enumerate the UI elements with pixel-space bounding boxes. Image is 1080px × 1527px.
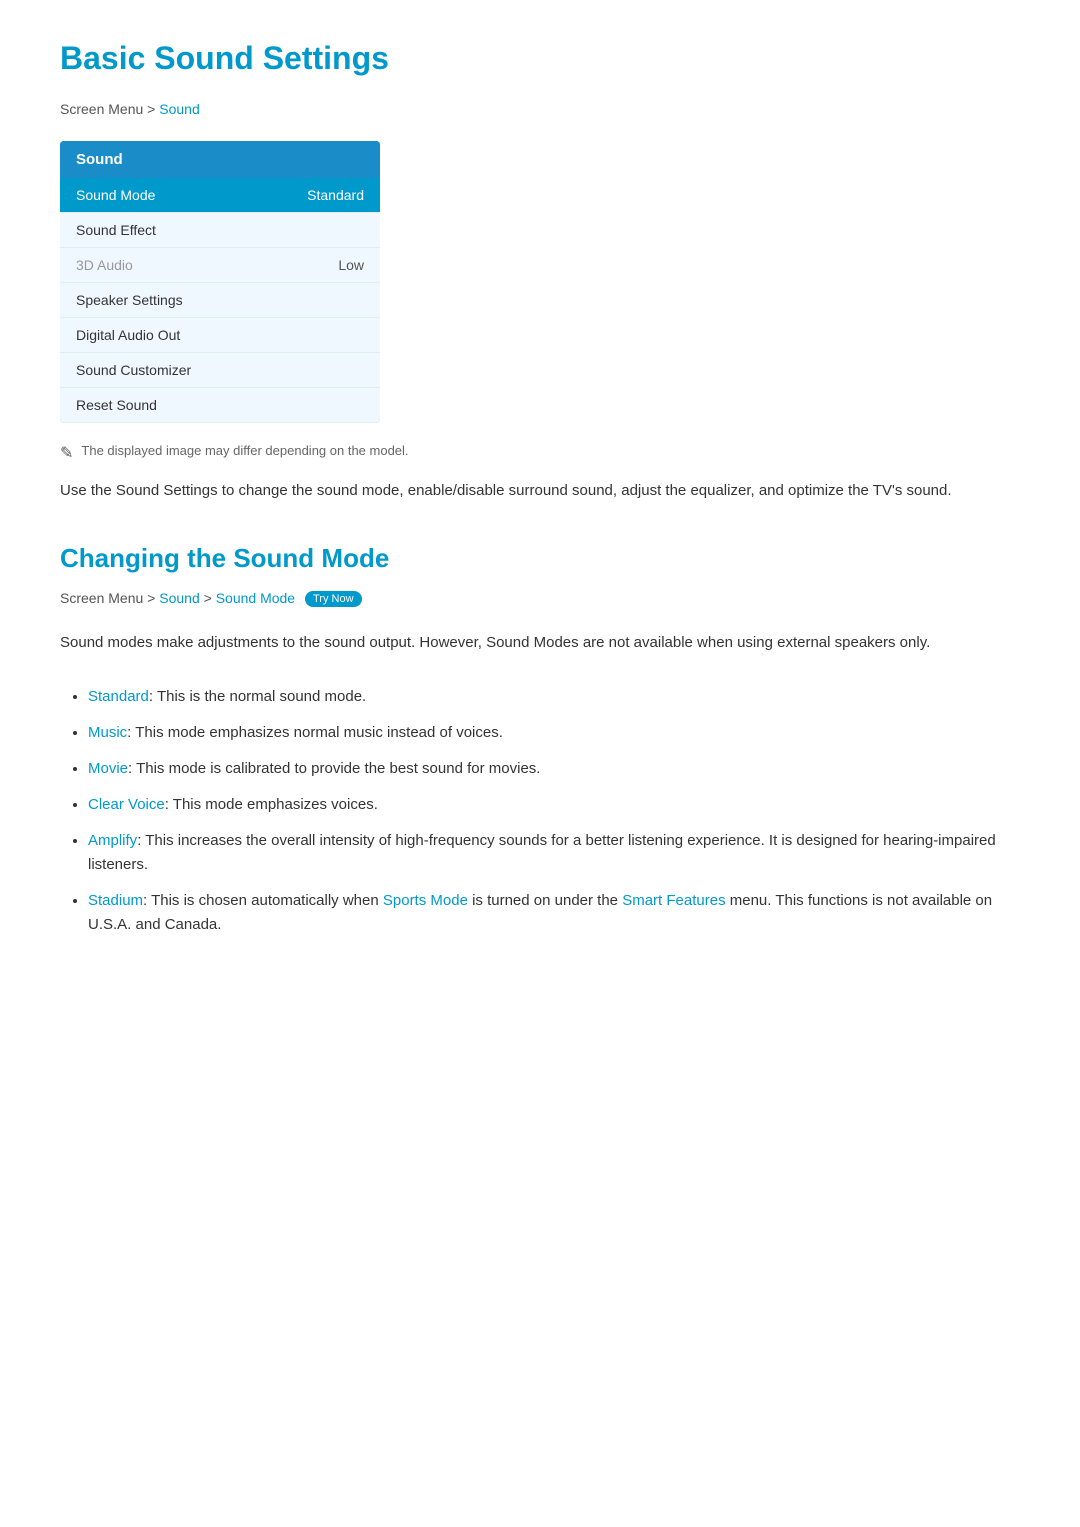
music-link[interactable]: Music — [88, 724, 127, 741]
menu-item-speaker-settings[interactable]: Speaker Settings — [60, 283, 380, 318]
breadcrumb-1: Screen Menu > Sound — [60, 101, 1020, 117]
menu-item-sound-mode[interactable]: Sound Mode Standard — [60, 178, 380, 213]
page-title: Basic Sound Settings — [60, 40, 1020, 77]
menu-item-label: Sound Customizer — [76, 362, 191, 378]
try-now-badge[interactable]: Try Now — [305, 591, 362, 607]
list-item-stadium: Stadium: This is chosen automatically wh… — [88, 889, 1020, 937]
menu-item-reset-sound[interactable]: Reset Sound — [60, 388, 380, 423]
standard-link[interactable]: Standard — [88, 688, 149, 705]
stadium-text2: is turned on under the — [468, 892, 622, 909]
sound-menu-box: Sound Sound Mode Standard Sound Effect 3… — [60, 141, 380, 423]
menu-item-label: 3D Audio — [76, 257, 133, 273]
breadcrumb-sep2-2: > — [204, 590, 216, 606]
breadcrumb-2: Screen Menu > Sound > Sound Mode Try Now — [60, 590, 1020, 607]
menu-item-label: Digital Audio Out — [76, 327, 180, 343]
breadcrumb-sound-link[interactable]: Sound — [159, 101, 199, 117]
menu-item-label: Sound Mode — [76, 187, 155, 203]
list-item-amplify: Amplify: This increases the overall inte… — [88, 829, 1020, 877]
sound-mode-list: Standard: This is the normal sound mode.… — [60, 685, 1020, 937]
breadcrumb-prefix: Screen Menu — [60, 101, 143, 117]
amplify-text: : This increases the overall intensity o… — [88, 832, 996, 873]
section2-title: Changing the Sound Mode — [60, 543, 1020, 574]
menu-item-label: Reset Sound — [76, 397, 157, 413]
stadium-link[interactable]: Stadium — [88, 892, 143, 909]
movie-text: : This mode is calibrated to provide the… — [128, 760, 540, 777]
menu-item-label: Speaker Settings — [76, 292, 183, 308]
amplify-link[interactable]: Amplify — [88, 832, 137, 849]
note-text: The displayed image may differ depending… — [81, 443, 408, 458]
music-text: : This mode emphasizes normal music inst… — [127, 724, 503, 741]
standard-text: : This is the normal sound mode. — [149, 688, 366, 705]
breadcrumb-sep2-1: > — [147, 590, 159, 606]
list-item-clear-voice: Clear Voice: This mode emphasizes voices… — [88, 793, 1020, 817]
list-item-movie: Movie: This mode is calibrated to provid… — [88, 757, 1020, 781]
stadium-text1: : This is chosen automatically when — [143, 892, 383, 909]
sports-mode-link[interactable]: Sports Mode — [383, 892, 468, 909]
pencil-icon: ✎ — [60, 443, 73, 463]
clear-voice-text: : This mode emphasizes voices. — [165, 796, 378, 813]
menu-item-digital-audio-out[interactable]: Digital Audio Out — [60, 318, 380, 353]
menu-item-label: Sound Effect — [76, 222, 156, 238]
clear-voice-link[interactable]: Clear Voice — [88, 796, 165, 813]
breadcrumb-sep: > — [147, 101, 159, 117]
smart-features-link[interactable]: Smart Features — [622, 892, 725, 909]
list-item-music: Music: This mode emphasizes normal music… — [88, 721, 1020, 745]
menu-item-value: Low — [338, 257, 364, 273]
menu-item-value: Standard — [307, 187, 364, 203]
breadcrumb-sound-mode-link[interactable]: Sound Mode — [216, 590, 295, 606]
section2-description: Sound modes make adjustments to the soun… — [60, 631, 1020, 655]
menu-item-sound-customizer[interactable]: Sound Customizer — [60, 353, 380, 388]
menu-header: Sound — [60, 141, 380, 178]
menu-item-sound-effect[interactable]: Sound Effect — [60, 213, 380, 248]
breadcrumb-prefix-2: Screen Menu — [60, 590, 143, 606]
note: ✎ The displayed image may differ dependi… — [60, 443, 1020, 463]
breadcrumb-sound-link-2[interactable]: Sound — [159, 590, 199, 606]
list-item-standard: Standard: This is the normal sound mode. — [88, 685, 1020, 709]
section1-description: Use the Sound Settings to change the sou… — [60, 479, 1020, 503]
movie-link[interactable]: Movie — [88, 760, 128, 777]
menu-item-3d-audio[interactable]: 3D Audio Low — [60, 248, 380, 283]
